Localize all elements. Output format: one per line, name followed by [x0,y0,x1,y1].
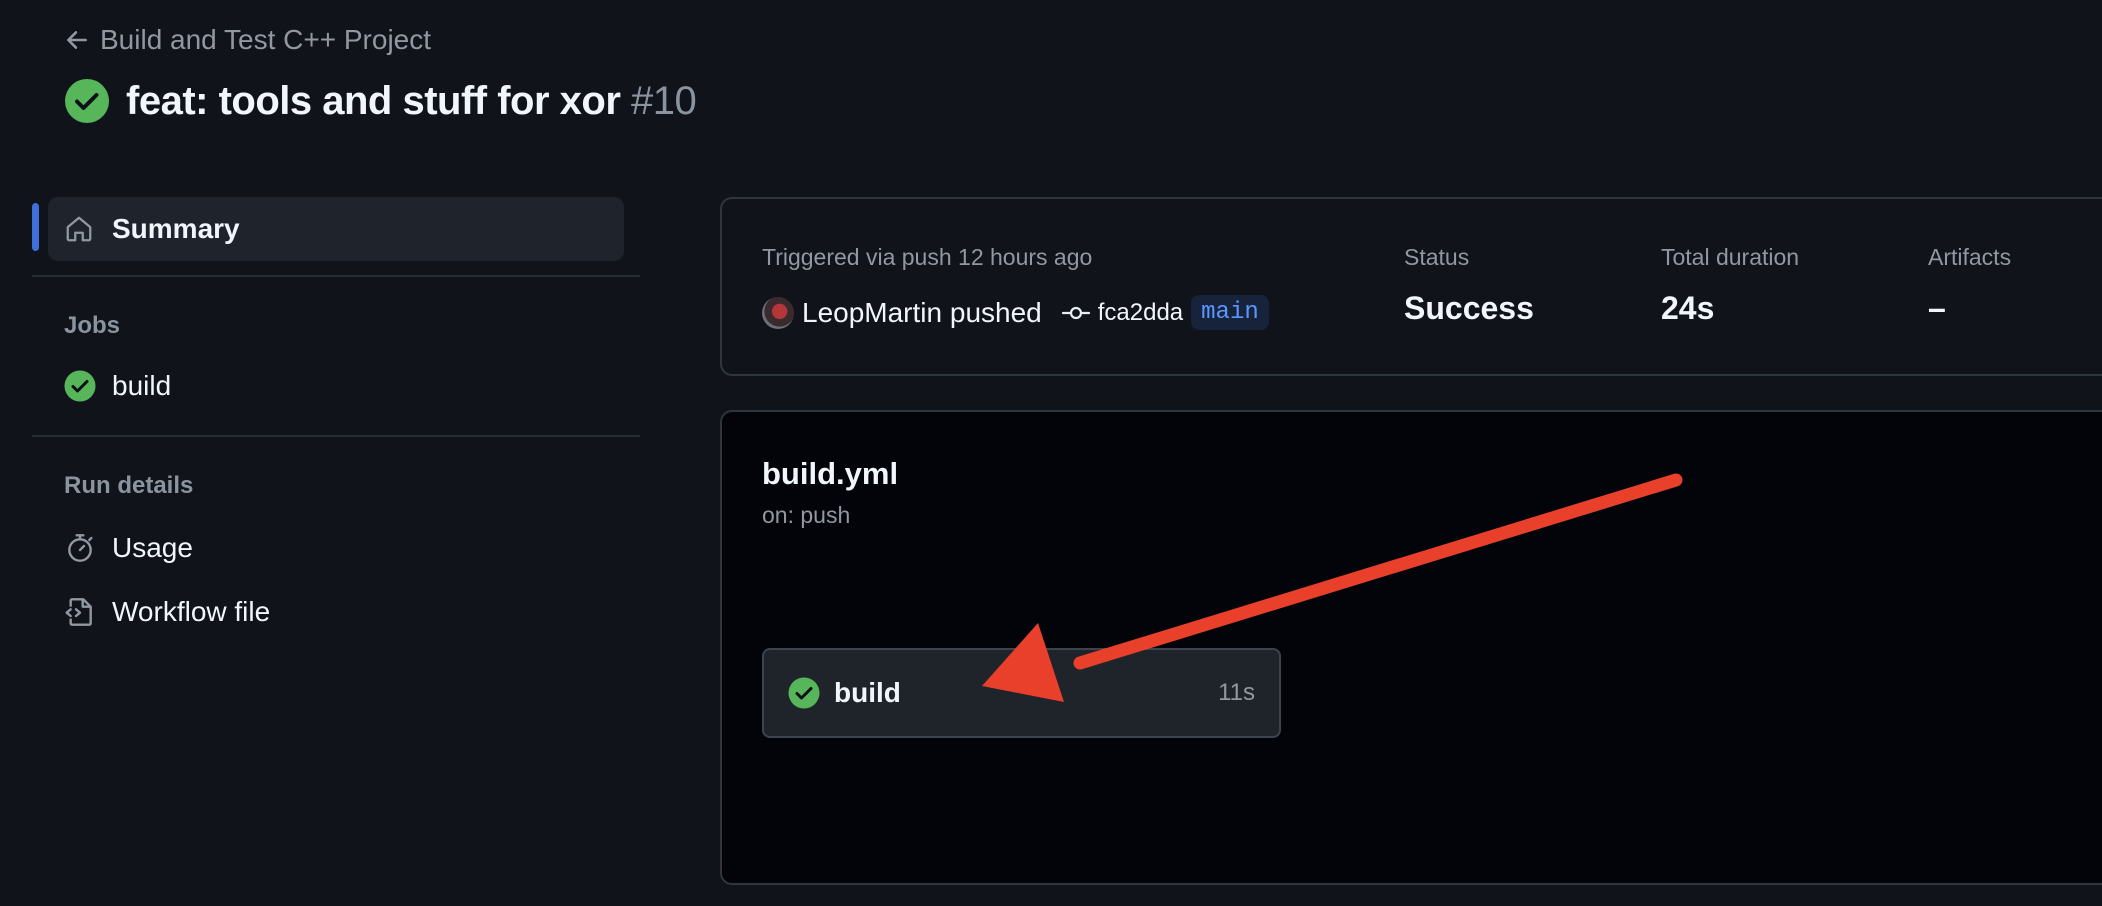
run-info-card [720,197,2102,376]
check-circle-icon [788,677,820,709]
sidebar-item-usage[interactable]: Usage [64,532,193,564]
sidebar-item-label: Workflow file [112,596,271,627]
artifacts-label: Artifacts [1928,244,2012,270]
trigger-text: Triggered via push 12 hours ago [762,244,1093,270]
sidebar-item-label: build [112,370,172,401]
actor-link[interactable]: LeopMartin [802,297,942,328]
workflow-file-name: build.yml [762,456,899,491]
branch-label[interactable]: main [1191,295,1269,330]
git-commit-icon [1061,303,1090,323]
commit-link[interactable]: fca2dda [1098,299,1183,327]
sidebar-item-label: Summary [112,213,240,244]
arrow-left-icon [64,27,90,53]
sidebar-item-build-job[interactable]: build [64,370,171,402]
page-title: feat: tools and stuff for xor #10 [64,78,697,124]
workflow-trigger: on: push [762,502,851,528]
action-text: pushed [949,296,1042,328]
artifacts-value: – [1928,290,1946,326]
sidebar-item-summary[interactable]: Summary [48,197,624,261]
sidebar-item-workflow-file[interactable]: Workflow file [64,596,270,628]
sidebar-item-label: Usage [112,532,193,563]
stopwatch-icon [64,532,96,564]
sidebar-divider [32,275,640,277]
avatar[interactable] [762,296,794,329]
back-link[interactable]: Build and Test C++ Project [64,24,431,56]
status-label: Status [1404,244,1470,270]
sidebar-divider [32,435,640,437]
run-title: feat: tools and stuff for xor [126,78,621,123]
annotation-arrow [982,473,1683,702]
file-code-icon [64,596,96,628]
jobs-heading: Jobs [64,312,121,339]
duration-value: 24s [1661,290,1715,326]
push-details: LeopMartin pushed fca2dda main [762,295,1269,330]
run-details-heading: Run details [64,472,194,499]
active-indicator [32,203,39,251]
home-icon [64,214,94,244]
check-circle-icon [64,370,96,402]
duration-label: Total duration [1661,244,1800,270]
run-number: #10 [631,78,697,123]
back-link-label: Build and Test C++ Project [100,24,432,55]
check-circle-icon [64,78,110,124]
status-value: Success [1404,290,1534,326]
